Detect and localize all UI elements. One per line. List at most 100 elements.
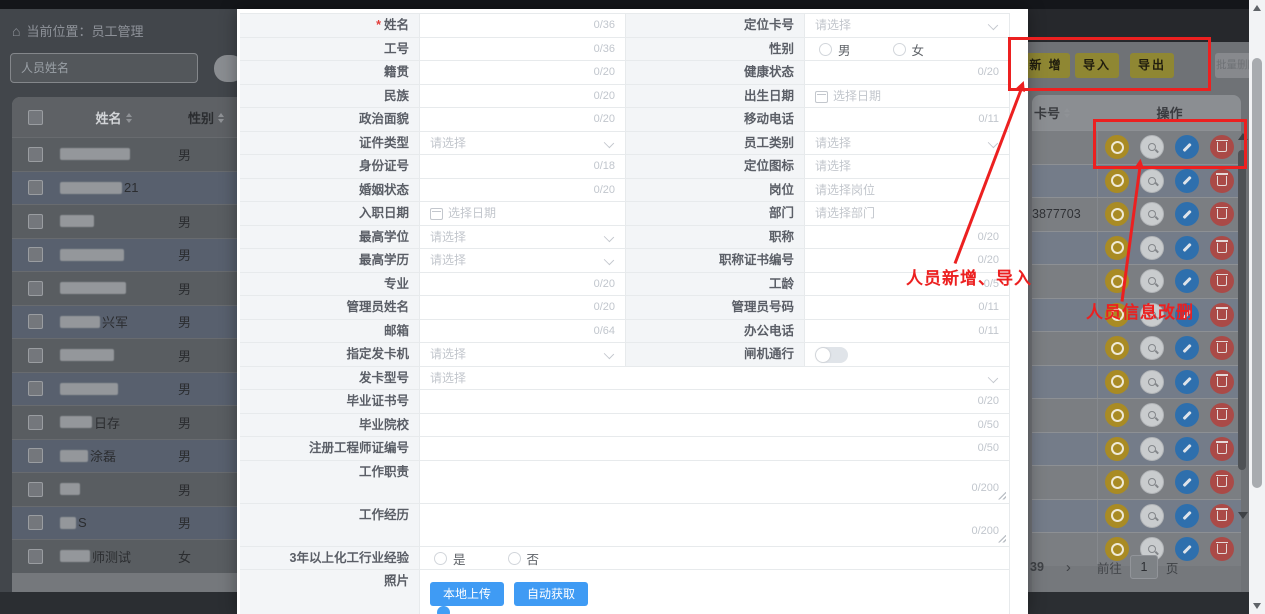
- form-field-job-title[interactable]: 0/20: [805, 226, 1010, 249]
- view-button[interactable]: [1140, 336, 1164, 360]
- search-input[interactable]: 人员姓名: [10, 53, 198, 83]
- form-field-health-status[interactable]: 0/20: [805, 61, 1010, 84]
- form-field-id-number[interactable]: 0/18: [420, 155, 625, 178]
- card-button[interactable]: [1105, 336, 1129, 360]
- row-checkbox[interactable]: [28, 314, 43, 329]
- view-button[interactable]: [1140, 437, 1164, 461]
- form-field-department[interactable]: 请选择部门: [805, 202, 1010, 225]
- view-button[interactable]: [1140, 236, 1164, 260]
- radio-option[interactable]: 男: [819, 38, 851, 61]
- edit-button[interactable]: [1175, 403, 1199, 427]
- edit-button[interactable]: [1175, 336, 1199, 360]
- form-field-job-duty[interactable]: 0/200: [420, 461, 1010, 503]
- form-field-admin-number[interactable]: 0/11: [805, 296, 1010, 319]
- inner-scrollbar-thumb[interactable]: [1238, 150, 1246, 470]
- select-all-checkbox[interactable]: [28, 110, 43, 125]
- edit-button[interactable]: [1175, 202, 1199, 226]
- form-field-native-place[interactable]: 0/20: [420, 61, 625, 84]
- card-button[interactable]: [1105, 370, 1129, 394]
- form-field-mobile-phone[interactable]: 0/11: [805, 108, 1010, 131]
- edit-button[interactable]: [1175, 236, 1199, 260]
- form-field-diploma-no[interactable]: 0/20: [420, 390, 1010, 413]
- auto-capture-button[interactable]: 自动获取: [514, 582, 588, 606]
- edit-button[interactable]: [1175, 169, 1199, 193]
- form-field-graduate-school[interactable]: 0/50: [420, 414, 1010, 437]
- view-button[interactable]: [1140, 169, 1164, 193]
- form-field-admin-name[interactable]: 0/20: [420, 296, 625, 319]
- del-button[interactable]: [1210, 236, 1234, 260]
- row-checkbox[interactable]: [28, 482, 43, 497]
- form-field-work-experience[interactable]: 0/200: [420, 504, 1010, 546]
- radio-option[interactable]: 是: [434, 547, 466, 570]
- card-button[interactable]: [1105, 437, 1129, 461]
- scroll-up-icon[interactable]: [1253, 5, 1261, 11]
- radio-option[interactable]: 女: [893, 38, 925, 61]
- form-field-office-phone[interactable]: 0/11: [805, 320, 1010, 343]
- card-button[interactable]: [1105, 504, 1129, 528]
- form-field-major[interactable]: 0/20: [420, 273, 625, 296]
- page-scrollbar-thumb[interactable]: [1252, 58, 1262, 488]
- del-button[interactable]: [1210, 504, 1234, 528]
- form-field-highest-degree[interactable]: 请选择: [420, 226, 625, 249]
- form-field-marital-status[interactable]: 0/20: [420, 179, 625, 202]
- row-checkbox[interactable]: [28, 381, 43, 396]
- form-field-ethnicity[interactable]: 0/20: [420, 85, 625, 108]
- form-field-locate-card-no[interactable]: 请选择: [805, 14, 1010, 37]
- del-button[interactable]: [1210, 437, 1234, 461]
- row-checkbox[interactable]: [28, 415, 43, 430]
- form-field-registered-engineer-cert-no[interactable]: 0/50: [420, 437, 1010, 460]
- del-button[interactable]: [1210, 169, 1234, 193]
- edit-button[interactable]: [1175, 370, 1199, 394]
- form-field-id-type[interactable]: 请选择: [420, 132, 625, 155]
- row-checkbox[interactable]: [28, 448, 43, 463]
- form-field-hire-date[interactable]: 选择日期: [420, 202, 625, 225]
- inner-scroll-down-icon[interactable]: [1238, 512, 1248, 519]
- del-button[interactable]: [1210, 303, 1234, 327]
- form-field-employee-category[interactable]: 请选择: [805, 132, 1010, 155]
- edit-button[interactable]: [1175, 504, 1199, 528]
- form-field-political-status[interactable]: 0/20: [420, 108, 625, 131]
- row-checkbox[interactable]: [28, 214, 43, 229]
- row-checkbox[interactable]: [28, 247, 43, 262]
- form-field-birth-date[interactable]: 选择日期: [805, 85, 1010, 108]
- view-button[interactable]: [1140, 504, 1164, 528]
- view-button[interactable]: [1140, 470, 1164, 494]
- page-scrollbar[interactable]: [1249, 0, 1265, 614]
- name-column-header[interactable]: 姓名: [58, 108, 170, 127]
- card-button[interactable]: [1105, 236, 1129, 260]
- del-button[interactable]: [1210, 269, 1234, 293]
- edit-button[interactable]: [1175, 470, 1199, 494]
- row-checkbox[interactable]: [28, 549, 43, 564]
- del-button[interactable]: [1210, 336, 1234, 360]
- gender-column-header[interactable]: 性别: [170, 108, 225, 127]
- batch-delete-button[interactable]: 批量删除: [1215, 53, 1249, 78]
- search-button[interactable]: [214, 55, 237, 82]
- edit-button[interactable]: [1175, 269, 1199, 293]
- goto-page-input[interactable]: 1: [1130, 555, 1158, 579]
- view-button[interactable]: [1140, 370, 1164, 394]
- edit-button[interactable]: [1175, 437, 1199, 461]
- card-no-column-header[interactable]: 卡号: [1032, 103, 1098, 122]
- form-field-locate-icon[interactable]: 请选择: [805, 155, 1010, 178]
- del-button[interactable]: [1210, 202, 1234, 226]
- radio-option[interactable]: 否: [508, 547, 540, 570]
- form-field-card-issuer[interactable]: 请选择: [420, 343, 625, 366]
- scroll-down-icon[interactable]: [1253, 603, 1261, 609]
- row-checkbox[interactable]: [28, 281, 43, 296]
- gate-access-toggle[interactable]: [815, 347, 848, 363]
- del-button[interactable]: [1210, 370, 1234, 394]
- del-button[interactable]: [1210, 403, 1234, 427]
- card-button[interactable]: [1105, 470, 1129, 494]
- row-checkbox[interactable]: [28, 147, 43, 162]
- form-field-email[interactable]: 0/64: [420, 320, 625, 343]
- card-button[interactable]: [1105, 202, 1129, 226]
- view-button[interactable]: [1140, 202, 1164, 226]
- row-checkbox[interactable]: [28, 180, 43, 195]
- card-button[interactable]: [1105, 169, 1129, 193]
- view-button[interactable]: [1140, 269, 1164, 293]
- page-number[interactable]: 39: [1030, 560, 1044, 574]
- form-field-name[interactable]: 0/36: [420, 14, 625, 37]
- form-field-job-no[interactable]: 0/36: [420, 38, 625, 61]
- form-field-card-model[interactable]: 请选择: [420, 367, 1010, 390]
- form-field-highest-education[interactable]: 请选择: [420, 249, 625, 272]
